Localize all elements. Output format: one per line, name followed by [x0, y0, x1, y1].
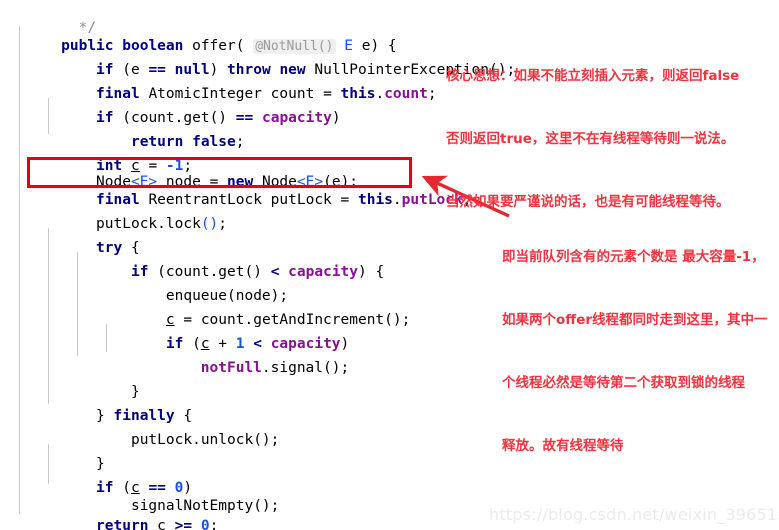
red-highlight-box — [27, 157, 412, 188]
annotation-top-line-1: 核心思想：如果不能立刻插入元素，则返回false — [446, 68, 740, 84]
annotation-top-line-2: 否则返回true，这里不在有线程等待则一说法。 — [446, 131, 735, 147]
screenshot-root: */ public boolean offer( @NotNull() E e)… — [0, 0, 779, 530]
annotation-middle-line-2: 如果两个offer线程都同时走到这里，其中一 — [502, 312, 768, 328]
annotation-middle-line-1: 即当前队列含有的元素个数是 最大容量-1， — [502, 249, 765, 265]
annotation-middle-line-4: 释放。故有线程等待 — [502, 438, 624, 454]
watermark: https://blog.csdn.net/weixin_39651356 — [489, 505, 779, 524]
annotation-middle: 即当前队列含有的元素个数是 最大容量-1， 如果两个offer线程都同时走到这里… — [502, 205, 768, 499]
annotation-middle-line-3: 个线程必然是等待第二个获取到锁的线程 — [502, 375, 745, 391]
